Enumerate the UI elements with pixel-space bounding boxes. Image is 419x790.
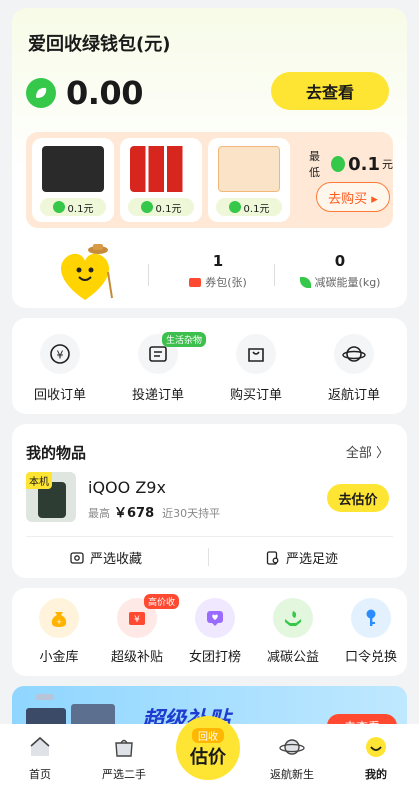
vault-entry[interactable]: + 小金库	[22, 598, 96, 665]
orders-card: ¥ 回收订单 生活杂物 投递订单 购买订单 返航订单	[12, 318, 407, 414]
history-link[interactable]: 严选足迹	[266, 548, 338, 567]
product-card[interactable]: 0.1元	[32, 138, 114, 222]
camera-box-icon	[70, 551, 84, 564]
key-icon	[351, 598, 391, 638]
shopping-bag-icon	[236, 334, 276, 374]
balance-row: 0.00	[26, 74, 143, 112]
tab-return-renew[interactable]: 返航新生	[252, 734, 332, 782]
smile-face-icon	[363, 734, 389, 760]
planet-icon	[279, 734, 305, 760]
product-image	[130, 146, 192, 192]
favorites-link[interactable]: 严选收藏	[70, 548, 142, 567]
leaf-icon	[299, 276, 311, 288]
divider	[208, 548, 209, 566]
divider	[26, 536, 393, 537]
purchase-order-entry[interactable]: 购买订单	[210, 334, 302, 403]
mascot-heart-icon	[48, 242, 122, 304]
yen-circle-icon: ¥	[40, 334, 80, 374]
divider	[274, 264, 275, 286]
carbon-charity-entry[interactable]: 减碳公益	[256, 598, 330, 665]
shopping-bag-icon	[111, 734, 137, 760]
delivery-order-entry[interactable]: 生活杂物 投递订单	[112, 332, 207, 403]
wallet-title: 爱回收绿钱包(元)	[28, 34, 171, 55]
recycle-order-entry[interactable]: ¥ 回收订单	[14, 334, 106, 403]
girl-group-ranking-entry[interactable]: 女团打榜	[178, 598, 252, 665]
return-order-entry[interactable]: 返航订单	[308, 334, 400, 403]
green-leaf-icon	[26, 78, 56, 108]
product-card[interactable]: 0.1元	[208, 138, 290, 222]
svg-text:+: +	[56, 618, 62, 626]
green-leaf-icon	[331, 156, 346, 172]
product-image	[42, 146, 104, 192]
services-card: + 小金库 ¥ 高价收 超级补贴 女团打榜 减碳公益 口令兑换	[12, 588, 407, 676]
hands-leaf-icon	[273, 598, 313, 638]
coupon-icon	[189, 277, 202, 287]
green-shop-area: 0.1元 0.1元 0.1元 最低 0.1 元 去购买 ▸	[26, 132, 393, 228]
this-device-tag: 本机	[26, 472, 52, 489]
high-price-tag: 高价收	[144, 594, 180, 609]
view-wallet-button[interactable]: 去查看	[271, 72, 389, 110]
product-price: 0.1元	[216, 198, 282, 216]
heart-message-icon	[195, 598, 235, 638]
product-price: 0.1元	[40, 198, 106, 216]
device-thumbnail[interactable]: 本机	[26, 472, 76, 522]
bottom-tab-bar: 首页 严选二手 回收 估价 返航新生 我的	[0, 716, 419, 790]
device-name[interactable]: iQOO Z9x	[88, 478, 166, 497]
go-buy-button[interactable]: 去购买 ▸	[316, 182, 390, 212]
green-leaf-icon	[228, 201, 241, 213]
daily-goods-tag: 生活杂物	[162, 332, 207, 347]
my-items-title: 我的物品	[26, 444, 87, 462]
tab-mine[interactable]: 我的	[336, 734, 416, 782]
wallet-card: 爱回收绿钱包(元) 0.00 去查看 0.1元 0.1元 0.1元 最低 0.1…	[12, 8, 407, 308]
balance-amount: 0.00	[66, 74, 143, 112]
tab-second-hand[interactable]: 严选二手	[84, 734, 164, 782]
code-redeem-entry[interactable]: 口令兑换	[334, 598, 407, 665]
green-leaf-icon	[52, 201, 65, 213]
product-image	[218, 146, 280, 192]
super-subsidy-entry[interactable]: ¥ 高价收 超级补贴	[100, 594, 180, 665]
product-card[interactable]: 0.1元	[120, 138, 202, 222]
product-price: 0.1元	[128, 198, 194, 216]
home-icon	[27, 734, 53, 760]
my-items-card: 我的物品 全部 〉 本机 iQOO Z9x 最高 ￥678 近30天持平 去估价…	[12, 424, 407, 578]
svg-text:¥: ¥	[134, 615, 140, 625]
min-price-label: 最低 0.1 元	[309, 150, 393, 179]
all-items-link[interactable]: 全部 〉	[346, 442, 389, 461]
document-search-icon	[266, 550, 279, 565]
carbon-stat[interactable]: 0 减碳能量(kg)	[280, 252, 400, 290]
coupon-stat[interactable]: 1 券包(张)	[162, 252, 274, 290]
svg-text:¥: ¥	[57, 349, 64, 362]
planet-icon	[334, 334, 374, 374]
tab-home[interactable]: 首页	[0, 734, 80, 782]
device-price-row: 最高 ￥678 近30天持平	[88, 506, 221, 521]
estimate-button[interactable]: 去估价	[327, 484, 389, 512]
money-bag-icon: +	[39, 598, 79, 638]
green-leaf-icon	[140, 201, 153, 213]
divider	[148, 264, 149, 286]
tab-recycle-estimate[interactable]: 回收 估价	[176, 716, 240, 780]
